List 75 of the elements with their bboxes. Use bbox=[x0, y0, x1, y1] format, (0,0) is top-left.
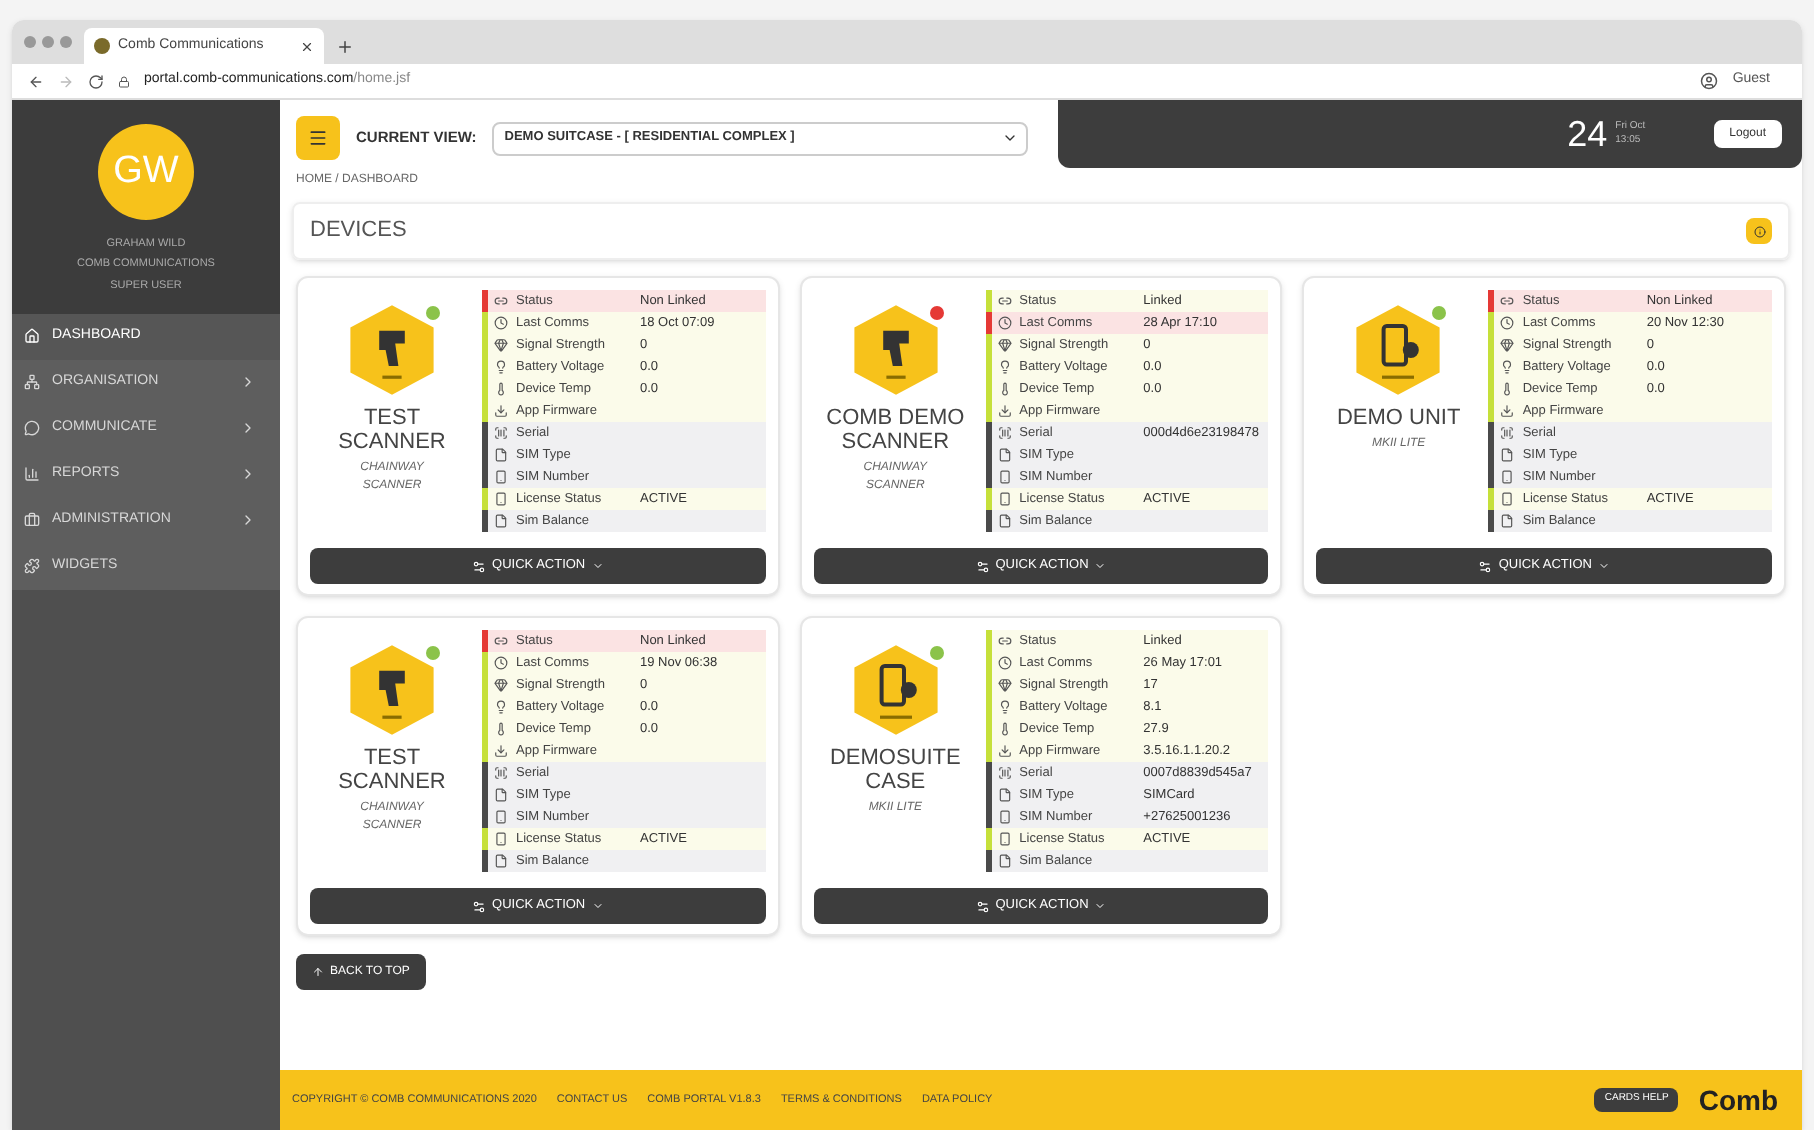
puzzle-icon bbox=[24, 558, 40, 575]
lightbulb-icon bbox=[494, 700, 508, 714]
thermometer-icon bbox=[1500, 382, 1515, 396]
download-icon bbox=[494, 404, 508, 418]
diamond-icon bbox=[997, 678, 1012, 692]
clock-icon bbox=[494, 316, 508, 330]
caret-icon bbox=[1094, 560, 1107, 572]
close-icon[interactable] bbox=[300, 39, 314, 53]
lock-icon bbox=[118, 75, 130, 87]
download-icon bbox=[494, 744, 508, 758]
diamond-icon bbox=[494, 678, 508, 692]
settings-icon bbox=[975, 899, 990, 913]
logo: Comb bbox=[1698, 1081, 1778, 1119]
avatar: GW bbox=[98, 124, 194, 220]
back-icon[interactable] bbox=[28, 73, 44, 89]
settings-icon bbox=[975, 559, 990, 573]
link-icon bbox=[997, 294, 1012, 308]
profile-icon[interactable] bbox=[1700, 72, 1719, 90]
phone-icon bbox=[997, 492, 1012, 506]
briefcase-icon bbox=[24, 512, 40, 529]
download-icon bbox=[1500, 404, 1515, 418]
device-name: DEMO UNIT bbox=[1334, 406, 1463, 430]
settings-icon bbox=[472, 899, 487, 913]
thermometer-icon bbox=[997, 722, 1012, 736]
caret-icon bbox=[591, 900, 604, 912]
lightbulb-icon bbox=[997, 700, 1012, 714]
thermometer-icon bbox=[997, 382, 1012, 396]
settings-icon bbox=[472, 559, 487, 573]
info-icon bbox=[1753, 225, 1765, 237]
arrow-up-icon bbox=[312, 966, 324, 978]
phone-icon bbox=[494, 492, 508, 506]
thermometer-icon bbox=[494, 382, 508, 396]
new-tab-icon[interactable] bbox=[336, 38, 354, 56]
date-day: 24 bbox=[1567, 107, 1608, 161]
download-icon bbox=[997, 744, 1012, 758]
home-icon bbox=[24, 328, 40, 345]
lightbulb-icon bbox=[997, 360, 1012, 374]
link-icon bbox=[494, 634, 508, 648]
hierarchy-icon bbox=[24, 374, 40, 391]
link-icon bbox=[494, 294, 508, 308]
lightbulb-icon bbox=[494, 360, 508, 374]
clock-icon bbox=[1500, 316, 1515, 330]
menu-icon bbox=[308, 128, 328, 148]
chart-icon bbox=[24, 466, 40, 483]
device-name: DEMOSUITE CASE bbox=[827, 746, 963, 794]
device-name: TEST SCANNER bbox=[336, 746, 448, 794]
caret-icon bbox=[591, 560, 604, 572]
phone-icon bbox=[1500, 492, 1515, 506]
lightbulb-icon bbox=[1500, 360, 1515, 374]
phone-icon bbox=[494, 832, 508, 846]
diamond-icon bbox=[997, 338, 1012, 352]
menu-button[interactable] bbox=[296, 116, 340, 160]
diamond-icon bbox=[494, 338, 508, 352]
download-icon bbox=[997, 404, 1012, 418]
chat-icon bbox=[24, 420, 40, 437]
link-icon bbox=[997, 634, 1012, 648]
scanner-icon bbox=[344, 302, 440, 398]
diamond-icon bbox=[1500, 338, 1515, 352]
clock-icon bbox=[997, 316, 1012, 330]
settings-icon bbox=[1478, 559, 1493, 573]
reload-icon[interactable] bbox=[88, 73, 104, 89]
thermometer-icon bbox=[494, 722, 508, 736]
caret-icon bbox=[1597, 560, 1610, 572]
device-name: COMB DEMO SCANNER bbox=[824, 406, 967, 454]
device-name: TEST SCANNER bbox=[336, 406, 448, 454]
phone-icon bbox=[997, 832, 1012, 846]
link-icon bbox=[1500, 294, 1515, 308]
favicon-icon bbox=[94, 38, 110, 54]
dropdown-icon bbox=[1002, 130, 1019, 146]
clock-icon bbox=[494, 656, 508, 670]
panel-title: DEVICES bbox=[310, 216, 409, 247]
clock-icon bbox=[997, 656, 1012, 670]
scanner-icon bbox=[344, 642, 440, 738]
info-button[interactable] bbox=[1746, 218, 1772, 244]
caret-icon bbox=[1094, 900, 1107, 912]
